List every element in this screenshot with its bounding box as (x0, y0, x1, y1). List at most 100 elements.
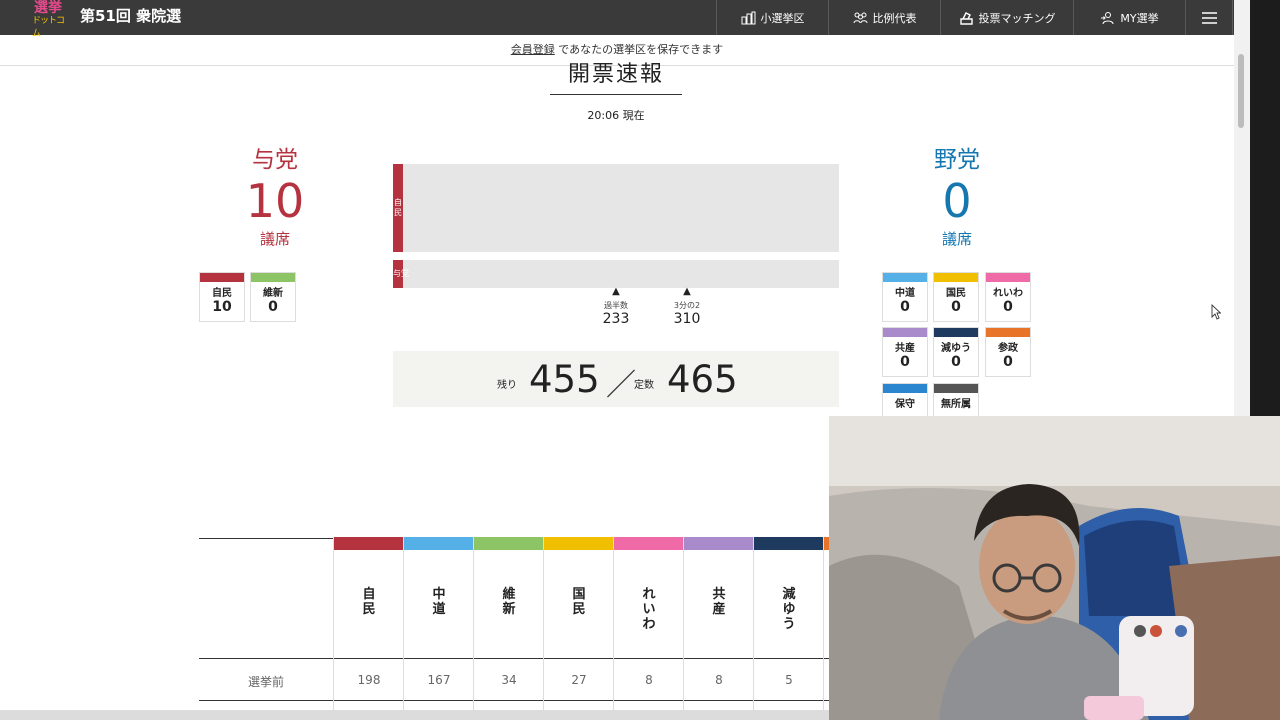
column-color-bar (334, 537, 403, 550)
nav-label: 小選挙区 (760, 11, 805, 25)
results-heading: 開票速報 (550, 56, 682, 95)
party-color-bar (934, 273, 978, 282)
triangle-up-icon: ▲ (612, 286, 620, 297)
webcam-person-image (829, 416, 1280, 720)
column-value: 34 (501, 673, 517, 687)
party-seats: 0 (951, 354, 961, 370)
party-color-bar (934, 328, 978, 337)
window-bottom-edge (0, 710, 829, 720)
party-chip-sanseito[interactable]: 参政 0 (985, 327, 1031, 377)
main-nav: 小選挙区 比例代表 投票マッチング MY選挙 (716, 0, 1233, 35)
top-navigation-bar: 選挙 ドットコム 第51回 衆院選 小選挙区 比例代表 投票マッチング MY選挙 (0, 0, 1234, 39)
party-seats: 10 (212, 299, 232, 315)
people-icon (853, 12, 867, 23)
column-party-name: 国民 (572, 587, 586, 617)
party-chip-genyu[interactable]: 減ゆう 0 (933, 327, 979, 377)
nav-single-seat-district[interactable]: 小選挙区 (716, 0, 828, 35)
column-value: 8 (645, 673, 653, 687)
update-time: 20:06 現在 (587, 109, 645, 122)
party-chip-hoshu[interactable]: 保守 (882, 383, 928, 416)
remaining-count: 455 (529, 358, 600, 401)
party-color-bar (883, 384, 927, 393)
nav-label: MY選挙 (1120, 11, 1159, 25)
party-color-bar (251, 273, 295, 282)
column-party-name: 減ゆう (782, 587, 796, 632)
party-chip-dpp[interactable]: 国民 0 (933, 272, 979, 322)
party-color-bar (883, 273, 927, 282)
ruling-seat-unit: 議席 (259, 230, 290, 248)
seat-bar-label: 与党 (393, 269, 409, 278)
ruling-label: 与党 (252, 147, 298, 173)
hamburger-menu-button[interactable] (1185, 0, 1233, 35)
column-value: 8 (715, 673, 723, 687)
party-chip-independent[interactable]: 無所属 (933, 383, 979, 416)
table-rule (199, 538, 333, 539)
table-column: 中道 167 (403, 537, 473, 710)
column-party-name: 中道 (432, 587, 446, 617)
marker-label: 3分の2 (673, 301, 701, 310)
slash-divider: ／ (606, 368, 636, 403)
site-logo[interactable]: 選挙 ドットコム (32, 0, 68, 39)
column-value: 27 (571, 673, 587, 687)
column-party-name: れいわ (642, 587, 656, 632)
party-seats: 0 (1003, 354, 1013, 370)
scrollbar-thumb[interactable] (1238, 54, 1244, 128)
ruling-coalition-summary: 与党 10 議席 (225, 140, 325, 249)
nav-label: 投票マッチング (978, 11, 1056, 25)
column-party-name: 共産 (712, 587, 726, 617)
nav-label: 比例代表 (872, 11, 917, 25)
total-count: 465 (667, 358, 738, 401)
marker-value: 233 (602, 311, 630, 327)
webcam-overlay (829, 416, 1280, 720)
member-signup-link[interactable]: 会員登録 (511, 43, 555, 56)
column-value: 198 (357, 673, 381, 687)
seat-bar-party: 自民 (393, 164, 839, 252)
nav-my-election[interactable]: MY選挙 (1073, 0, 1185, 35)
column-color-bar (474, 537, 543, 550)
party-chip-jcp[interactable]: 共産 0 (882, 327, 928, 377)
window-edge (1250, 0, 1280, 416)
party-color-bar (986, 273, 1030, 282)
marker-value: 310 (673, 311, 701, 327)
table-column: 減ゆう 5 (753, 537, 823, 710)
party-seats: 0 (951, 299, 961, 315)
opposition-seat-count: 0 (942, 174, 972, 228)
column-color-bar (614, 537, 683, 550)
opposition-seat-unit: 議席 (941, 230, 972, 248)
page-site-title[interactable]: 第51回 衆院選 (80, 5, 181, 26)
party-name: 無所属 (941, 399, 971, 410)
party-seats: 0 (900, 354, 910, 370)
column-color-bar (684, 537, 753, 550)
column-color-bar (754, 537, 823, 550)
majority-marker: ▲ 過半数 233 (596, 286, 636, 327)
column-color-bar (544, 537, 613, 550)
party-name: 保守 (895, 399, 915, 410)
remaining-seats-panel: 残り 455 ／ 定数 465 (393, 351, 839, 407)
table-column: 共産 8 (683, 537, 753, 710)
table-column: 国民 27 (543, 537, 613, 710)
column-color-bar (404, 537, 473, 550)
pre-election-seats-table: 選挙前 自民 198 中道 167 維新 34 国民 27 れいわ 8 共産 8… (199, 537, 829, 710)
column-value: 5 (785, 673, 793, 687)
person-arrow-icon (1101, 11, 1114, 24)
row-label: 選挙前 (247, 675, 284, 689)
party-color-bar (883, 328, 927, 337)
marker-label: 過半数 (604, 301, 628, 310)
opposition-label: 野党 (934, 147, 980, 173)
party-chip-ldp[interactable]: 自民 10 (199, 272, 245, 322)
party-chip-ishin[interactable]: 維新 0 (250, 272, 296, 322)
nav-proportional[interactable]: 比例代表 (828, 0, 940, 35)
column-party-name: 維新 (502, 587, 516, 617)
party-chip-chudo[interactable]: 中道 0 (882, 272, 928, 322)
mouse-cursor-icon (1211, 304, 1221, 320)
party-color-bar (986, 328, 1030, 337)
party-seats: 0 (1003, 299, 1013, 315)
nav-vote-matching[interactable]: 投票マッチング (940, 0, 1073, 35)
district-icon (741, 11, 755, 24)
party-chip-reiwa[interactable]: れいわ 0 (985, 272, 1031, 322)
party-seats: 0 (900, 299, 910, 315)
table-column: 自民 198 (333, 537, 403, 710)
column-value: 167 (427, 673, 451, 687)
column-party-name: 自民 (362, 587, 376, 617)
hamburger-menu-icon (1201, 11, 1217, 24)
